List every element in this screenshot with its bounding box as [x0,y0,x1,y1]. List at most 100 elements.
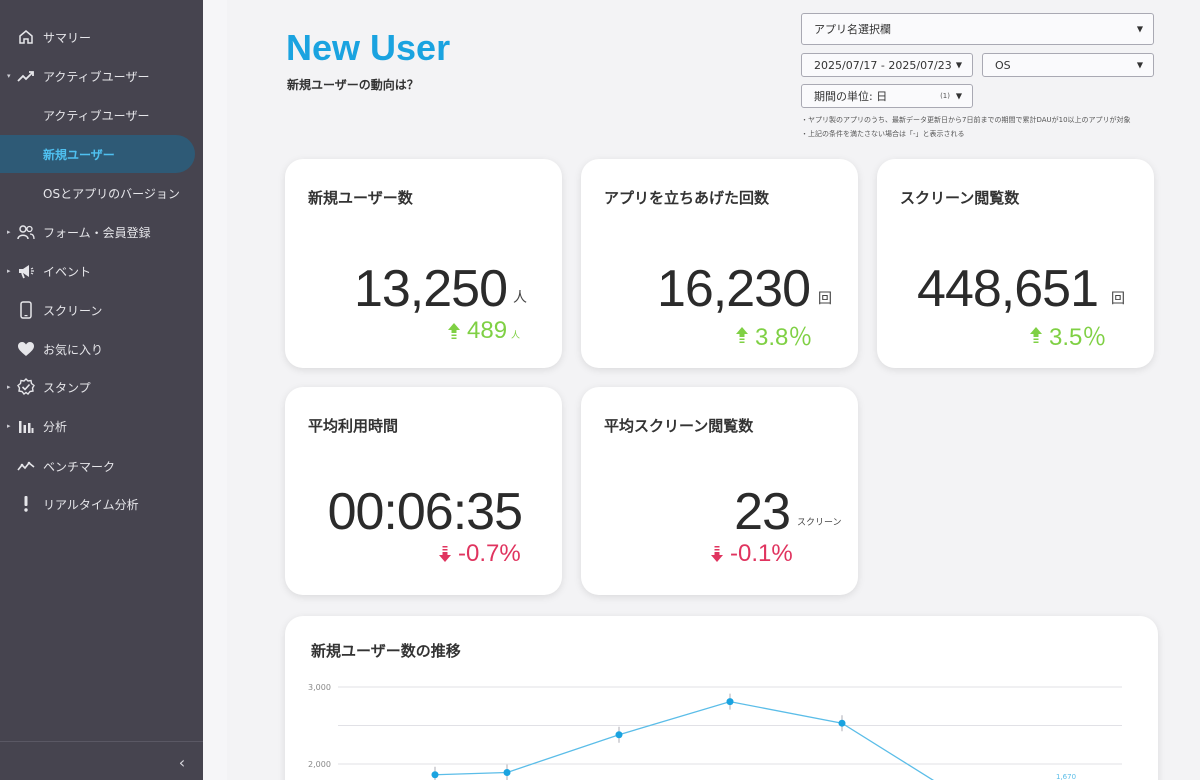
line-chart: 3,000 2,000 1,670 [308,683,1122,780]
sidebar-item-screen[interactable]: スクリーン [0,291,203,329]
chevron-down-icon: ▾ [7,72,11,80]
card-title: 平均スクリーン閲覧数 [604,417,754,435]
app-select[interactable]: アプリ名選択欄 ▼ [801,13,1154,45]
sidebar-subitem-new-users[interactable]: 新規ユーザー [0,135,195,173]
card-title: 平均利用時間 [308,417,399,435]
sidebar-item-label: アクティブユーザー [43,69,150,84]
sidebar-item-label: リアルタイム分析 [43,497,139,512]
date-range-value: 2025/07/17 - 2025/07/23 [814,58,952,72]
chevron-right-icon: ▸ [7,267,11,275]
kpi-delta: 3.5％ [1029,317,1106,352]
sidebar-item-stamp[interactable]: ▸ スタンプ [0,368,203,406]
date-range-select[interactable]: 2025/07/17 - 2025/07/23 ▼ [801,53,973,77]
sidebar-item-label: 新規ユーザー [43,147,115,162]
home-icon [17,28,35,46]
sidebar-item-label: イベント [43,264,92,279]
sidebar-item-favorites[interactable]: お気に入り [0,330,203,368]
kpi-card-screen-views: スクリーン閲覧数 448,651 回 3.5％ [877,159,1154,368]
chevron-right-icon: ▸ [7,228,11,236]
sidebar-item-events[interactable]: ▸ イベント [0,252,203,290]
kpi-value: 16,230 [656,260,811,318]
data-point[interactable] [615,731,623,739]
sidebar-item-label: ベンチマーク [43,459,116,474]
main-gutter [203,0,227,780]
sidebar-item-label: サマリー [43,30,92,45]
sidebar-item-realtime[interactable]: リアルタイム分析 [0,485,203,523]
chart-card-new-users-trend: 新規ユーザー数の推移 3,000 2,000 1,670 [285,616,1158,780]
kpi-delta: 3.8％ [735,317,812,352]
os-select[interactable]: OS ▼ [982,53,1154,77]
card-title: 新規ユーザー数 [308,189,413,207]
filter-note: ・ヤプリ製のアプリのうち、最新データ更新日から7日前までの期間で累計DAUが10… [801,116,1131,124]
data-point[interactable] [431,771,439,779]
data-point[interactable] [726,698,734,706]
card-title: アプリを立ちあげた回数 [604,189,770,207]
collapse-sidebar-button[interactable]: ‹ [172,752,192,772]
filter-note: ・上記の条件を満たさない場合は「-」と表示される [801,130,965,138]
bar-chart-icon [17,417,35,435]
kpi-delta-unit: 人 [511,330,521,340]
sidebar: サマリー ▾ アクティブユーザー アクティブユーザー 新規ユーザー OSとアプリ… [0,0,203,780]
kpi-value: 00:06:35 [327,483,523,541]
card-title: スクリーン閲覧数 [900,189,1020,207]
kpi-unit: 回 [1111,291,1125,307]
sidebar-item-label: スクリーン [43,303,103,318]
megaphone-icon [17,262,35,280]
badge-check-icon [17,378,35,396]
y-tick-label: 2,000 [308,760,331,769]
period-unit-count: (1) [940,92,950,100]
dropdown-arrow-icon: ▼ [955,91,962,101]
arrow-down-icon [439,546,451,562]
benchmark-icon [17,457,35,475]
sidebar-item-label: フォーム・会員登録 [43,225,151,240]
kpi-delta: 489 人 [447,317,520,345]
users-icon [17,223,35,241]
sidebar-item-label: 分析 [43,419,68,434]
kpi-card-avg-time: 平均利用時間 00:06:35 -0.7% [285,387,562,595]
arrow-up-icon [448,323,460,339]
kpi-delta: -0.1% [710,540,793,568]
dropdown-arrow-icon: ▼ [1136,60,1143,70]
kpi-value: 448,651 [917,260,1099,318]
kpi-card-new-users: 新規ユーザー数 13,250 人 489 人 [285,159,562,368]
kpi-value: 23 [734,483,791,541]
chevron-right-icon: ▸ [7,383,11,391]
kpi-unit: スクリーン [797,518,842,528]
sidebar-divider [0,741,203,742]
arrow-up-icon [1030,326,1042,343]
sidebar-item-benchmark[interactable]: ベンチマーク [0,447,203,485]
trend-icon [17,67,35,85]
sidebar-item-analysis[interactable]: ▸ 分析 [0,407,203,445]
page-title: New User [286,27,451,68]
app-select-value: アプリ名選択欄 [814,23,891,36]
kpi-delta-value: -0.1% [730,540,793,567]
period-unit-select[interactable]: 期間の単位: 日 (1) ▼ [801,84,973,108]
sidebar-subitem-os-app-version[interactable]: OSとアプリのバージョン [0,174,203,212]
heart-icon [17,340,35,358]
series-line [434,700,935,780]
kpi-delta-value: -0.7% [458,540,521,567]
phone-icon [17,301,35,319]
data-point[interactable] [838,719,846,727]
sidebar-item-label: スタンプ [43,380,91,395]
alert-icon [17,495,35,513]
kpi-card-avg-screens: 平均スクリーン閲覧数 23 スクリーン -0.1% [581,387,858,595]
data-label: 1,670 [1056,773,1076,780]
sidebar-item-active-users[interactable]: ▾ アクティブユーザー [0,57,203,95]
kpi-delta-value: 489 [467,317,508,344]
kpi-unit: 人 [513,290,527,306]
sidebar-item-label: アクティブユーザー [43,108,150,123]
kpi-unit: 回 [818,291,832,307]
os-select-value: OS [995,58,1011,72]
sidebar-subitem-active-users[interactable]: アクティブユーザー [0,96,203,134]
sidebar-item-summary[interactable]: サマリー [0,18,203,56]
dropdown-arrow-icon: ▼ [955,60,962,70]
arrow-up-icon [736,326,748,343]
y-tick-label: 3,000 [308,683,331,692]
kpi-value: 13,250 [353,260,508,318]
sidebar-item-label: OSとアプリのバージョン [43,186,180,201]
sidebar-item-forms[interactable]: ▸ フォーム・会員登録 [0,213,203,251]
period-unit-value: 期間の単位: 日 [814,90,888,103]
chevron-right-icon: ▸ [7,422,11,430]
data-point[interactable] [503,768,511,776]
